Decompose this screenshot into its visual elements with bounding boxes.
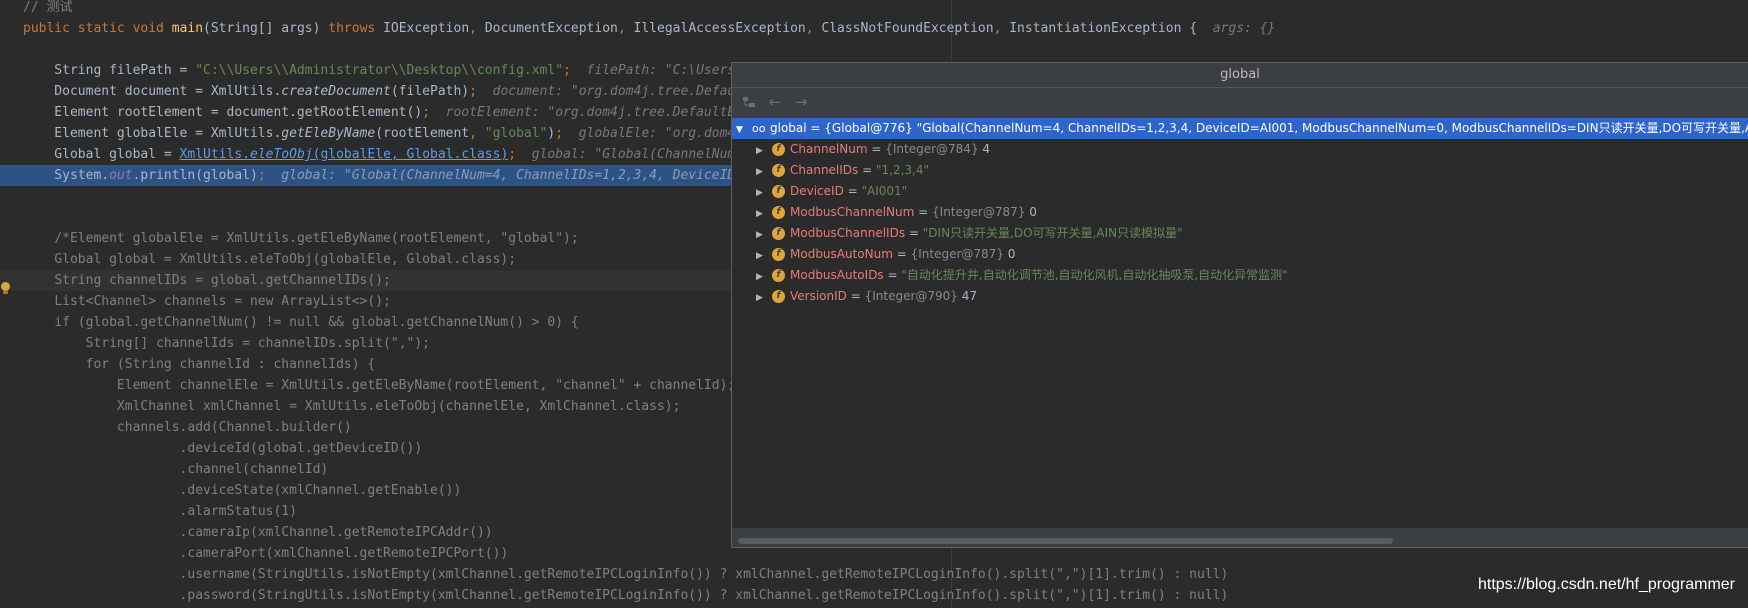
popup-title: global <box>732 63 1748 88</box>
tree-view-icon[interactable] <box>742 95 756 109</box>
debug-variable-popup[interactable]: global ← → ▼ oo global = {Global@776} "Glo… <box>731 62 1748 548</box>
expand-triangle-icon[interactable]: ▶ <box>756 204 772 225</box>
field-value: "自动化提升井,自动化调节池,自动化风机,自动化抽吸泵,自动化异常监测" <box>901 268 1288 282</box>
field-icon: f <box>772 185 785 198</box>
field-icon: f <box>772 206 785 219</box>
tree-field-node[interactable]: ▶ f ChannelNum = {Integer@784} 4 <box>732 139 1748 160</box>
tree-field-node[interactable]: ▶ f ModbusAutoIDs = "自动化提升井,自动化调节池,自动化风机,自… <box>732 265 1748 286</box>
back-arrow-icon[interactable]: ← <box>768 93 782 111</box>
tree-field-node[interactable]: ▶ f ModbusAutoNum = {Integer@787} 0 <box>732 244 1748 265</box>
tree-root-node[interactable]: ▼ oo global = {Global@776} "Global(Channel… <box>732 118 1748 139</box>
field-name: DeviceID <box>790 184 844 198</box>
variable-tree[interactable]: ▼ oo global = {Global@776} "Global(Channel… <box>732 118 1748 528</box>
expand-triangle-icon[interactable]: ▶ <box>756 183 772 204</box>
expand-triangle-icon[interactable]: ▶ <box>756 225 772 246</box>
root-name: global <box>770 121 807 135</box>
field-name: ChannelNum <box>790 142 868 156</box>
field-icon: f <box>772 290 785 303</box>
field-name: ModbusChannelIDs <box>790 226 906 240</box>
field-name: ChannelIDs <box>790 163 859 177</box>
tree-field-node[interactable]: ▶ f ChannelIDs = "1,2,3,4" <box>732 160 1748 181</box>
code-line[interactable]: public static void main(String[] args) t… <box>0 18 1748 39</box>
scrollbar-thumb[interactable] <box>738 538 1393 544</box>
field-name: ModbusAutoIDs <box>790 268 884 282</box>
field-icon: f <box>772 143 785 156</box>
field-name: VersionID <box>790 289 847 303</box>
field-value: "DIN只读开关量,DO可写开关量,AIN只读模拟量" <box>922 226 1183 240</box>
field-icon: f <box>772 248 785 261</box>
field-type: {Integer@784} <box>885 142 979 156</box>
tree-field-node[interactable]: ▶ f DeviceID = "AI001" <box>732 181 1748 202</box>
expand-triangle-icon[interactable]: ▶ <box>756 141 772 162</box>
field-icon: f <box>772 164 785 177</box>
field-value: 4 <box>982 142 991 156</box>
field-value: 0 <box>1029 205 1037 219</box>
field-icon: f <box>772 227 785 240</box>
watermark-text: https://blog.csdn.net/hf_programmer <box>1477 576 1735 593</box>
expand-triangle-icon[interactable]: ▶ <box>756 246 772 267</box>
expand-triangle-icon[interactable]: ▶ <box>756 288 772 309</box>
root-value: "Global(ChannelNum=4, ChannelIDs=1,2,3,4… <box>916 121 1748 135</box>
field-type: {Integer@787} <box>910 247 1004 261</box>
watch-glasses-icon: oo <box>752 122 766 135</box>
intention-bulb-icon[interactable] <box>1 282 10 294</box>
expand-triangle-icon[interactable]: ▶ <box>756 267 772 288</box>
code-line[interactable]: // 测试 <box>0 0 1748 18</box>
field-icon: f <box>772 269 785 282</box>
popup-toolbar: ← → <box>732 88 1748 116</box>
field-value: "AI001" <box>861 184 908 198</box>
field-name: ModbusAutoNum <box>790 247 893 261</box>
field-name: ModbusChannelNum <box>790 205 915 219</box>
tree-field-node[interactable]: ▶ f ModbusChannelNum = {Integer@787} 0 <box>732 202 1748 223</box>
root-type: {Global@776} <box>824 121 913 135</box>
forward-arrow-icon[interactable]: → <box>794 93 808 111</box>
field-value: 47 <box>961 289 978 303</box>
collapse-triangle-icon[interactable]: ▼ <box>736 120 752 141</box>
field-type: {Integer@787} <box>932 205 1026 219</box>
tree-field-node[interactable]: ▶ f ModbusChannelIDs = "DIN只读开关量,DO可写开关量,A… <box>732 223 1748 244</box>
field-value: 0 <box>1007 247 1016 261</box>
expand-triangle-icon[interactable]: ▶ <box>756 162 772 183</box>
horizontal-scrollbar[interactable] <box>732 533 1748 547</box>
tree-field-node[interactable]: ▶ f VersionID = {Integer@790} 47 <box>732 286 1748 307</box>
field-value: "1,2,3,4" <box>875 163 930 177</box>
field-type: {Integer@790} <box>864 289 958 303</box>
